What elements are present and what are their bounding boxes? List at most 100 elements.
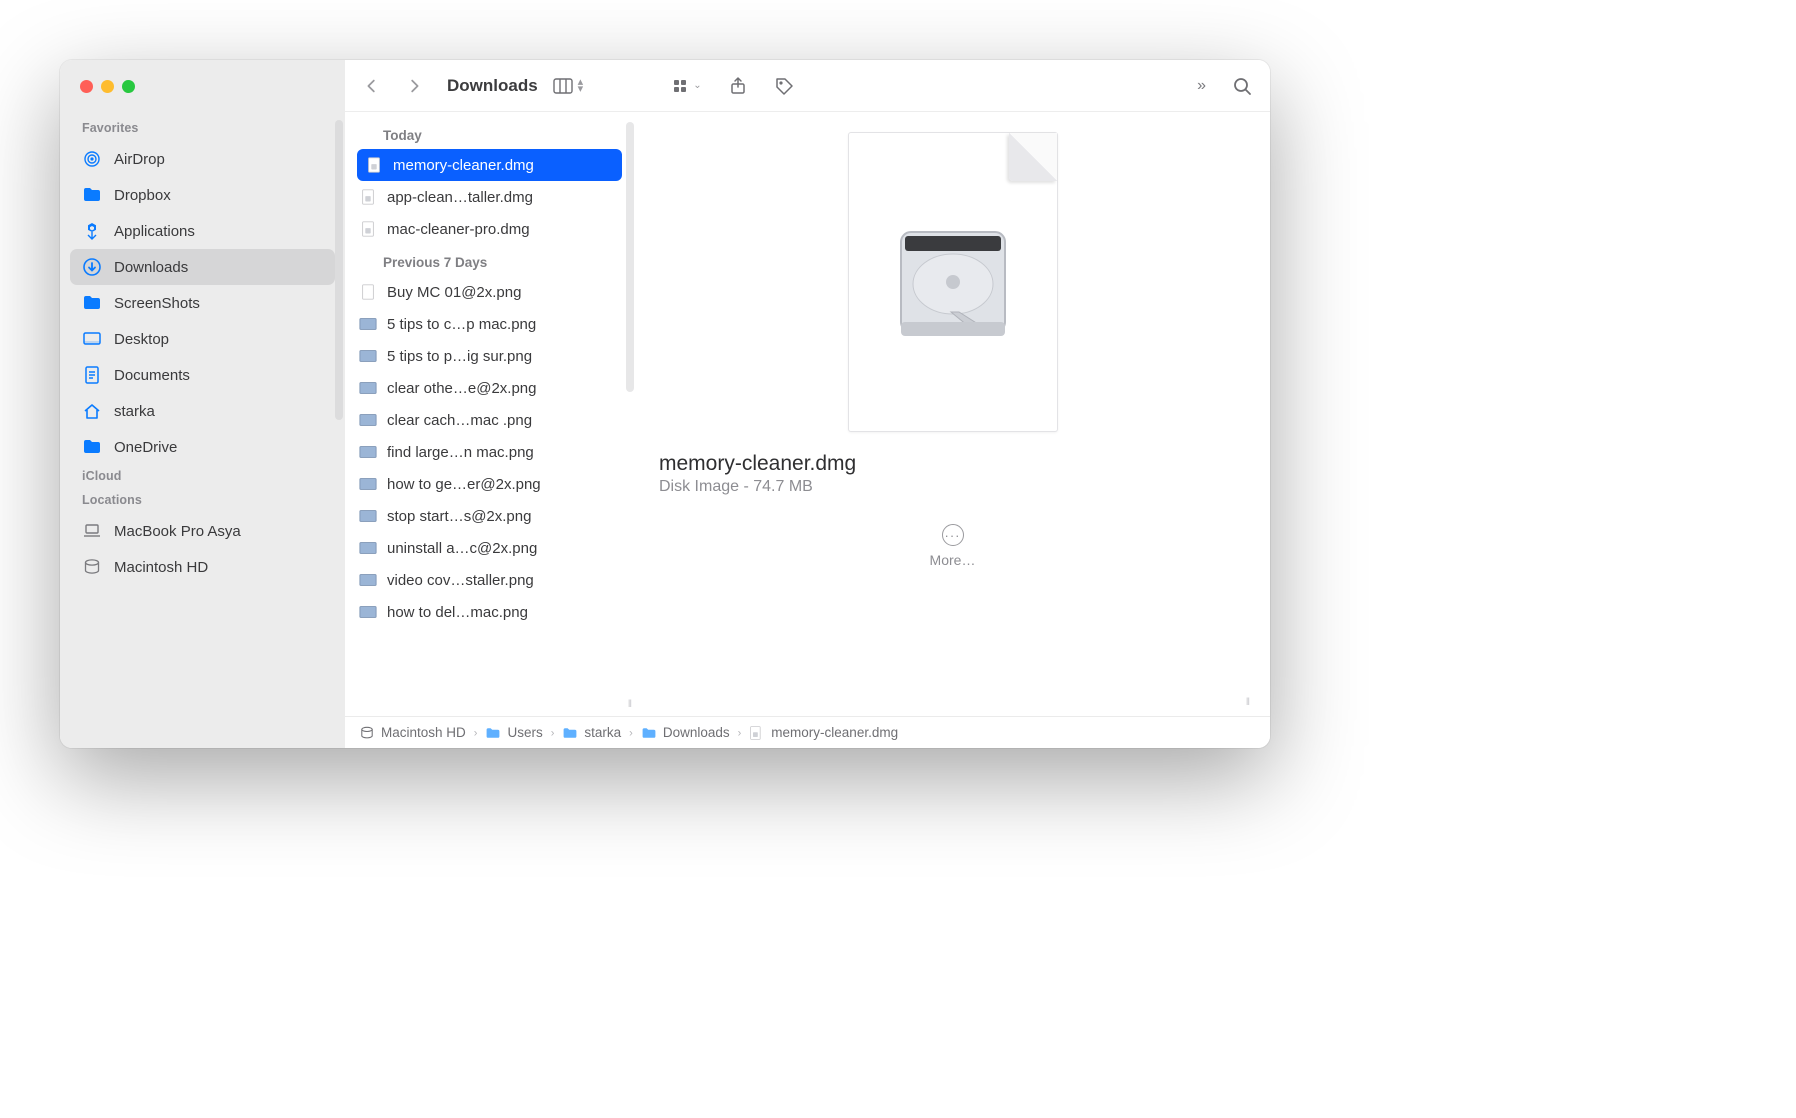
- png-file-icon: [359, 347, 377, 365]
- sidebar-section-label: iCloud: [60, 465, 345, 489]
- desktop-icon: [82, 329, 102, 349]
- preview-subtitle: Disk Image - 74.7 MB: [659, 478, 1246, 496]
- file-group-label: Today: [345, 118, 634, 149]
- png-file-icon: [359, 603, 377, 621]
- file-row[interactable]: Buy MC 01@2x.png: [345, 276, 634, 308]
- zoom-window-button[interactable]: [122, 80, 135, 93]
- breadcrumb-item[interactable]: Users: [485, 725, 542, 741]
- preview-more-label: More…: [930, 552, 976, 568]
- ellipsis-icon: ···: [942, 524, 964, 546]
- file-name: stop start…s@2x.png: [387, 508, 531, 525]
- file-row[interactable]: stop start…s@2x.png: [345, 500, 634, 532]
- sidebar-item-downloads[interactable]: Downloads: [70, 249, 335, 285]
- sidebar-section-label: Locations: [60, 489, 345, 513]
- documents-icon: [82, 365, 102, 385]
- breadcrumb-separator: ›: [474, 727, 478, 739]
- preview-pane: memory-cleaner.dmg Disk Image - 74.7 MB …: [635, 112, 1270, 716]
- preview-column-resizer[interactable]: ǁ: [1246, 697, 1252, 708]
- breadcrumb-label: Users: [507, 725, 542, 740]
- sidebar-item-hd[interactable]: Macintosh HD: [70, 549, 335, 585]
- finder-window: FavoritesAirDropDropboxApplicationsDownl…: [60, 60, 1270, 748]
- breadcrumb-label: starka: [584, 725, 621, 740]
- sidebar-item-airdrop[interactable]: AirDrop: [70, 141, 335, 177]
- file-name: mac-cleaner-pro.dmg: [387, 221, 530, 238]
- png-file-icon: [359, 379, 377, 397]
- file-row[interactable]: 5 tips to p…ig sur.png: [345, 340, 634, 372]
- breadcrumb-item[interactable]: Downloads: [641, 725, 730, 741]
- png-file-icon: [359, 571, 377, 589]
- breadcrumb-label: Downloads: [663, 725, 730, 740]
- disk-icon: [359, 725, 375, 741]
- file-name: find large…n mac.png: [387, 444, 534, 461]
- laptop-icon: [82, 521, 102, 541]
- preview-more-button[interactable]: ··· More…: [930, 524, 976, 568]
- file-name: 5 tips to p…ig sur.png: [387, 348, 532, 365]
- search-button[interactable]: [1232, 76, 1252, 96]
- sidebar-item-macbook[interactable]: MacBook Pro Asya: [70, 513, 335, 549]
- airdrop-icon: [82, 149, 102, 169]
- sidebar-item-label: starka: [114, 403, 155, 420]
- png-file-icon: [359, 443, 377, 461]
- file-row[interactable]: 5 tips to c…p mac.png: [345, 308, 634, 340]
- file-name: memory-cleaner.dmg: [393, 157, 534, 174]
- share-button[interactable]: [728, 76, 748, 96]
- dmg-file-icon: [359, 220, 377, 238]
- more-toolbar-button[interactable]: »: [1197, 77, 1206, 95]
- window-controls: [60, 70, 345, 117]
- file-row[interactable]: app-clean…taller.dmg: [345, 181, 634, 213]
- file-name: 5 tips to c…p mac.png: [387, 316, 536, 333]
- column-resizer[interactable]: ǁ: [628, 699, 634, 710]
- applications-icon: [82, 221, 102, 241]
- sidebar-item-label: Documents: [114, 367, 190, 384]
- sidebar-item-applications[interactable]: Applications: [70, 213, 335, 249]
- file-row[interactable]: find large…n mac.png: [345, 436, 634, 468]
- back-button[interactable]: [363, 77, 381, 95]
- breadcrumb-item[interactable]: Macintosh HD: [359, 725, 466, 741]
- file-row[interactable]: uninstall a…c@2x.png: [345, 532, 634, 564]
- sidebar-scrollbar[interactable]: [335, 120, 343, 420]
- file-name: uninstall a…c@2x.png: [387, 540, 537, 557]
- png-file-icon: [359, 539, 377, 557]
- file-row[interactable]: memory-cleaner.dmg: [357, 149, 622, 181]
- dmg-file-icon: [365, 156, 383, 174]
- file-row[interactable]: clear othe…e@2x.png: [345, 372, 634, 404]
- sidebar-item-documents[interactable]: Documents: [70, 357, 335, 393]
- view-columns-button[interactable]: ▴▾: [552, 76, 584, 96]
- breadcrumb-item[interactable]: starka: [562, 725, 621, 741]
- sidebar-item-onedrive[interactable]: OneDrive: [70, 429, 335, 465]
- sidebar-item-desktop[interactable]: Desktop: [70, 321, 335, 357]
- sidebar-item-label: Dropbox: [114, 187, 171, 204]
- sidebar-item-label: MacBook Pro Asya: [114, 523, 241, 540]
- sidebar-item-screenshots[interactable]: ScreenShots: [70, 285, 335, 321]
- forward-button[interactable]: [405, 77, 423, 95]
- folder-icon: [82, 437, 102, 457]
- file-row[interactable]: how to del…mac.png: [345, 596, 634, 628]
- file-row[interactable]: video cov…staller.png: [345, 564, 634, 596]
- png-file-icon: [359, 475, 377, 493]
- file-name: how to ge…er@2x.png: [387, 476, 541, 493]
- sidebar-item-label: AirDrop: [114, 151, 165, 168]
- png-blank-file-icon: [359, 283, 377, 301]
- sidebar-section-label: Favorites: [60, 117, 345, 141]
- breadcrumb-separator: ›: [738, 727, 742, 739]
- file-row[interactable]: mac-cleaner-pro.dmg: [345, 213, 634, 245]
- folder-icon: [562, 725, 578, 741]
- minimize-window-button[interactable]: [101, 80, 114, 93]
- tags-button[interactable]: [774, 76, 794, 96]
- file-name: how to del…mac.png: [387, 604, 528, 621]
- file-name: app-clean…taller.dmg: [387, 189, 533, 206]
- preview-thumbnail: [848, 132, 1058, 432]
- file-row[interactable]: how to ge…er@2x.png: [345, 468, 634, 500]
- sidebar-item-dropbox[interactable]: Dropbox: [70, 177, 335, 213]
- file-row[interactable]: clear cach…mac .png: [345, 404, 634, 436]
- folder-icon: [485, 725, 501, 741]
- png-file-icon: [359, 507, 377, 525]
- breadcrumb-item[interactable]: memory-cleaner.dmg: [749, 725, 898, 741]
- close-window-button[interactable]: [80, 80, 93, 93]
- file-list-column: Today memory-cleaner.dmg app-clean…taller.…: [345, 112, 635, 716]
- breadcrumb-label: memory-cleaner.dmg: [771, 725, 898, 740]
- group-by-button[interactable]: ⌄: [671, 78, 701, 94]
- sidebar-item-label: Macintosh HD: [114, 559, 208, 576]
- png-file-icon: [359, 315, 377, 333]
- sidebar-item-starka[interactable]: starka: [70, 393, 335, 429]
